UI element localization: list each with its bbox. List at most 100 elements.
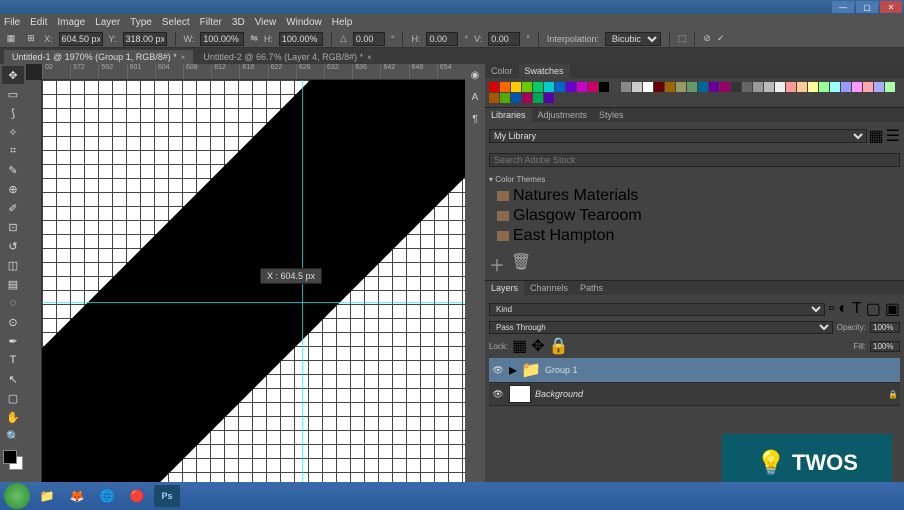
swatch[interactable]	[885, 82, 895, 92]
reference-point-icon[interactable]: ⊞	[24, 32, 38, 46]
menu-view[interactable]: View	[255, 17, 277, 28]
layer-name[interactable]: Group 1	[545, 365, 898, 375]
layer-name[interactable]: Background	[535, 389, 884, 399]
filter-smart-icon[interactable]: ▣	[885, 299, 900, 319]
lib-trash-icon[interactable]: 🗑	[511, 252, 531, 276]
vertical-ruler[interactable]	[26, 80, 42, 510]
swatch[interactable]	[544, 93, 554, 103]
lasso-tool[interactable]: ⟆	[2, 104, 24, 122]
brush-tool[interactable]: ✐	[2, 199, 24, 217]
paragraph-panel-icon[interactable]: ¶	[468, 112, 482, 126]
taskbar-firefox-icon[interactable]: 🦊	[64, 485, 90, 507]
w-input[interactable]	[200, 32, 244, 46]
swatch[interactable]	[500, 82, 510, 92]
layer-thumbnail[interactable]	[509, 385, 531, 403]
opacity-input[interactable]	[870, 322, 900, 333]
visibility-icon[interactable]: 👁	[491, 389, 505, 400]
menu-help[interactable]: Help	[332, 17, 353, 28]
swatch[interactable]	[643, 82, 653, 92]
horizontal-ruler[interactable]: 0257259260160460861261862262663263664264…	[42, 64, 465, 80]
visibility-icon[interactable]: 👁	[491, 365, 505, 376]
healing-tool[interactable]: ⊕	[2, 180, 24, 198]
tab-paths[interactable]: Paths	[574, 281, 609, 295]
taskbar-opera-icon[interactable]: 🔴	[124, 485, 150, 507]
lib-item[interactable]: Glasgow Tearoom	[489, 206, 900, 226]
swatch[interactable]	[566, 82, 576, 92]
pen-tool[interactable]: ✒	[2, 332, 24, 350]
foreground-color[interactable]	[3, 450, 17, 464]
tab-layers[interactable]: Layers	[485, 281, 524, 295]
swatch[interactable]	[555, 82, 565, 92]
lib-view-icon[interactable]: ▦	[869, 126, 884, 146]
shape-tool[interactable]: ▢	[2, 389, 24, 407]
layer-row[interactable]: 👁 ▸ 📁 Group 1	[489, 358, 900, 383]
swatch[interactable]	[489, 93, 499, 103]
tab-channels[interactable]: Channels	[524, 281, 574, 295]
hskew-input[interactable]	[426, 32, 458, 46]
swatch[interactable]	[577, 82, 587, 92]
menu-filter[interactable]: Filter	[200, 17, 222, 28]
type-tool[interactable]: T	[2, 351, 24, 369]
swatch[interactable]	[665, 82, 675, 92]
swatch[interactable]	[698, 82, 708, 92]
swatch[interactable]	[874, 82, 884, 92]
fill-input[interactable]	[870, 341, 900, 352]
swatch[interactable]	[522, 82, 532, 92]
interp-select[interactable]: Bicubic	[605, 32, 661, 46]
color-picker[interactable]	[3, 450, 23, 470]
menu-edit[interactable]: Edit	[30, 17, 47, 28]
zoom-tool[interactable]: 🔍	[2, 427, 24, 445]
close-button[interactable]: ✕	[880, 1, 902, 13]
doc-tab-2[interactable]: Untitled-2 @ 66.7% (Layer 4, RGB/8#) * ×	[195, 50, 379, 64]
marquee-tool[interactable]: ▭	[2, 85, 24, 103]
lock-pixels-icon[interactable]: ▦	[512, 336, 527, 356]
link-icon[interactable]: ⇋	[250, 33, 258, 44]
lib-add-icon[interactable]: ＋	[489, 252, 505, 276]
swatch[interactable]	[819, 82, 829, 92]
history-panel-icon[interactable]: ◉	[468, 68, 482, 82]
blur-tool[interactable]: ◌	[2, 294, 24, 312]
commit-transform-icon[interactable]: ✓	[717, 33, 725, 44]
h-input[interactable]	[279, 32, 323, 46]
swatch[interactable]	[852, 82, 862, 92]
library-select[interactable]: My Library	[489, 129, 867, 143]
swatch[interactable]	[786, 82, 796, 92]
x-input[interactable]	[59, 32, 103, 46]
swatch[interactable]	[599, 82, 609, 92]
menu-select[interactable]: Select	[162, 17, 190, 28]
swatch[interactable]	[764, 82, 774, 92]
lock-all-icon[interactable]: 🔒	[549, 336, 569, 356]
cancel-transform-icon[interactable]: ⊘	[703, 33, 711, 44]
swatch[interactable]	[808, 82, 818, 92]
taskbar-photoshop-icon[interactable]: Ps	[154, 485, 180, 507]
filter-adjust-icon[interactable]: ◐	[838, 300, 848, 318]
move-tool[interactable]: ✥	[2, 66, 24, 84]
group-chevron-icon[interactable]: ▸	[509, 360, 517, 380]
swatch[interactable]	[489, 82, 499, 92]
menu-type[interactable]: Type	[130, 17, 152, 28]
swatch[interactable]	[632, 82, 642, 92]
blend-mode-select[interactable]: Pass Through	[489, 321, 833, 334]
filter-type-icon[interactable]: T	[852, 300, 862, 318]
menu-layer[interactable]: Layer	[95, 17, 120, 28]
taskbar-chrome-icon[interactable]: 🌐	[94, 485, 120, 507]
swatch[interactable]	[511, 82, 521, 92]
swatch[interactable]	[841, 82, 851, 92]
swatch[interactable]	[753, 82, 763, 92]
swatch[interactable]	[731, 82, 741, 92]
close-tab-icon[interactable]: ×	[181, 53, 186, 62]
angle-input[interactable]	[353, 32, 385, 46]
tab-color[interactable]: Color	[485, 64, 519, 78]
swatch[interactable]	[742, 82, 752, 92]
swatch[interactable]	[511, 93, 521, 103]
swatch[interactable]	[709, 82, 719, 92]
minimize-button[interactable]: —	[832, 1, 854, 13]
vskew-input[interactable]	[488, 32, 520, 46]
start-button[interactable]	[4, 483, 30, 509]
tab-styles[interactable]: Styles	[593, 108, 630, 122]
taskbar-explorer-icon[interactable]: 📁	[34, 485, 60, 507]
crop-tool[interactable]: ⌗	[2, 142, 24, 160]
swatch[interactable]	[830, 82, 840, 92]
swatch[interactable]	[720, 82, 730, 92]
doc-tab-1[interactable]: Untitled-1 @ 1970% (Group 1, RGB/8#) * ×	[4, 50, 193, 64]
